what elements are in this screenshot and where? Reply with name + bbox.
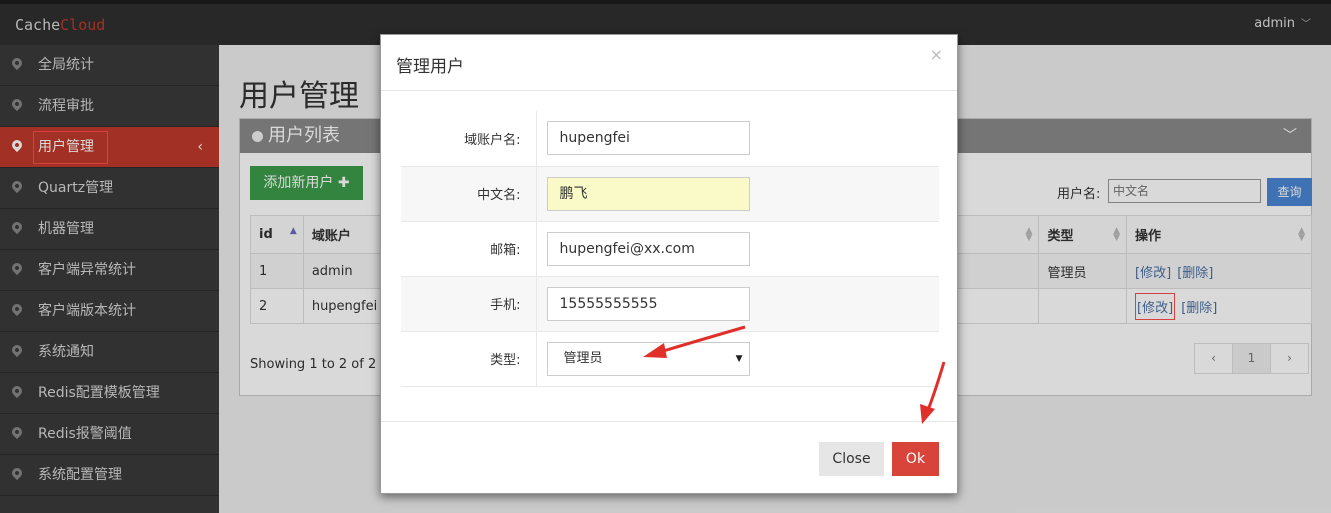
- modal-header: 管理用户 ×: [381, 35, 957, 91]
- form-row: 中文名: 鹏飞: [401, 166, 939, 222]
- ok-button[interactable]: Ok: [892, 442, 939, 476]
- form-row: 邮箱: hupengfei@xx.com: [401, 221, 939, 277]
- modal-footer: Close Ok: [381, 421, 957, 493]
- type-select-value: 管理员: [563, 350, 603, 366]
- form-row: 类型: 管理员 ▼: [401, 331, 939, 387]
- phone-label: 手机:: [401, 276, 537, 332]
- form-row: 域账户名: hupengfei: [401, 111, 939, 167]
- email-label: 邮箱:: [401, 221, 537, 277]
- cn-name-field[interactable]: 鹏飞: [546, 176, 750, 211]
- user-form: 域账户名: hupengfei 中文名: 鹏飞 邮箱: hupengfei@xx…: [401, 111, 939, 387]
- close-icon[interactable]: ×: [930, 45, 943, 64]
- modal-title: 管理用户: [396, 57, 464, 77]
- phone-field[interactable]: 15555555555: [546, 286, 750, 321]
- caret-down-icon: ▼: [735, 353, 743, 364]
- email-field[interactable]: hupengfei@xx.com: [546, 231, 750, 266]
- cn-name-label: 中文名:: [401, 166, 537, 222]
- type-label: 类型:: [401, 331, 537, 387]
- account-label: 域账户名:: [401, 111, 537, 167]
- form-row: 手机: 15555555555: [401, 276, 939, 332]
- type-select[interactable]: 管理员 ▼: [546, 341, 750, 376]
- account-field[interactable]: hupengfei: [546, 121, 750, 156]
- close-button[interactable]: Close: [819, 442, 884, 476]
- manage-user-modal: 管理用户 × 域账户名: hupengfei 中文名: 鹏飞 邮箱: hupen…: [380, 34, 958, 494]
